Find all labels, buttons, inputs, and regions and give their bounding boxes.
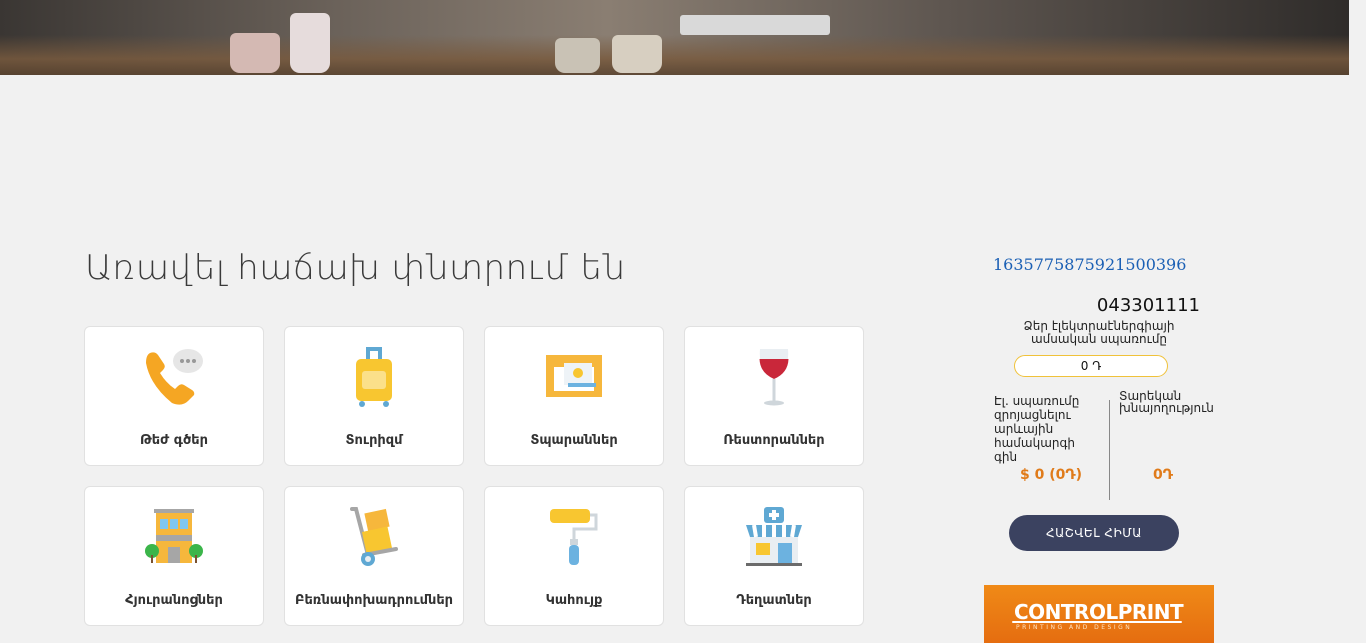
category-card-cargo[interactable]: Բեռնափոխադրումներ [284,486,464,626]
category-label: Թեժ գծեր [140,433,208,448]
consumption-description: Ձեր էլեկտրաէներգիայի ամսական սպառումը [1023,319,1175,346]
category-label: Դեղատներ [736,593,812,608]
hero-plant [555,38,600,73]
annual-savings-value: 0Դ [1153,467,1173,483]
reference-id: 1635775875921500396 [993,255,1187,274]
scrollbar[interactable] [1349,0,1366,643]
category-label: Տուրիզմ [345,433,403,448]
wine-glass-icon [759,349,789,406]
category-label: Կահույք [545,593,603,608]
category-card-tourism[interactable]: Տուրիզմ [284,326,464,466]
pharmacy-icon [746,507,802,566]
category-label: Տպարաններ [530,433,618,448]
category-card-hotels[interactable]: Հյուրանոցներ [84,486,264,626]
category-card-restaurants[interactable]: Ռեստորաններ [684,326,864,466]
annual-savings-label: Տարեկան խնայողություն [1119,389,1214,415]
paint-roller-icon [550,509,598,565]
printer-icon [546,355,602,397]
hero-cup [230,33,280,73]
category-card-pharmacies[interactable]: Դեղատներ [684,486,864,626]
category-card-printing[interactable]: Տպարաններ [484,326,664,466]
calculate-now-button[interactable]: ՀԱՇՎԵԼ ՀԻՄԱ [1009,515,1179,551]
category-label: Ռեստորաններ [723,433,825,448]
system-price-value: $ 0 (0Դ) [1020,467,1083,483]
suitcase-icon [356,347,392,407]
hand-truck-icon [350,507,398,566]
hero-image [0,0,1349,75]
section-title: Առավել հաճախ փնտրում են [85,248,626,288]
hero-desk [0,35,1349,75]
system-price-label: Էլ. սպառումը զրոյացնելու արևային համակար… [994,394,1080,464]
hero-bottle [290,13,330,73]
consumption-input[interactable]: 0 Դ [1014,355,1168,377]
phone-chat-icon [146,349,203,405]
column-divider [1109,400,1110,500]
banner-tagline: PRINTING AND DESIGN [1016,624,1133,631]
category-label: Հյուրանոցներ [125,593,223,608]
category-label: Բեռնափոխադրումներ [294,593,454,608]
hotel-icon [145,509,203,563]
hero-laptop [680,15,830,35]
controlprint-ad-banner[interactable]: CONTROLPRINT PRINTING AND DESIGN [984,585,1214,643]
category-card-furniture[interactable]: Կահույք [484,486,664,626]
banner-swoosh [1012,621,1182,623]
account-number: 043301111 [1096,295,1200,316]
hero-plant-2 [612,35,662,73]
category-card-hotlines[interactable]: Թեժ գծեր [84,326,264,466]
